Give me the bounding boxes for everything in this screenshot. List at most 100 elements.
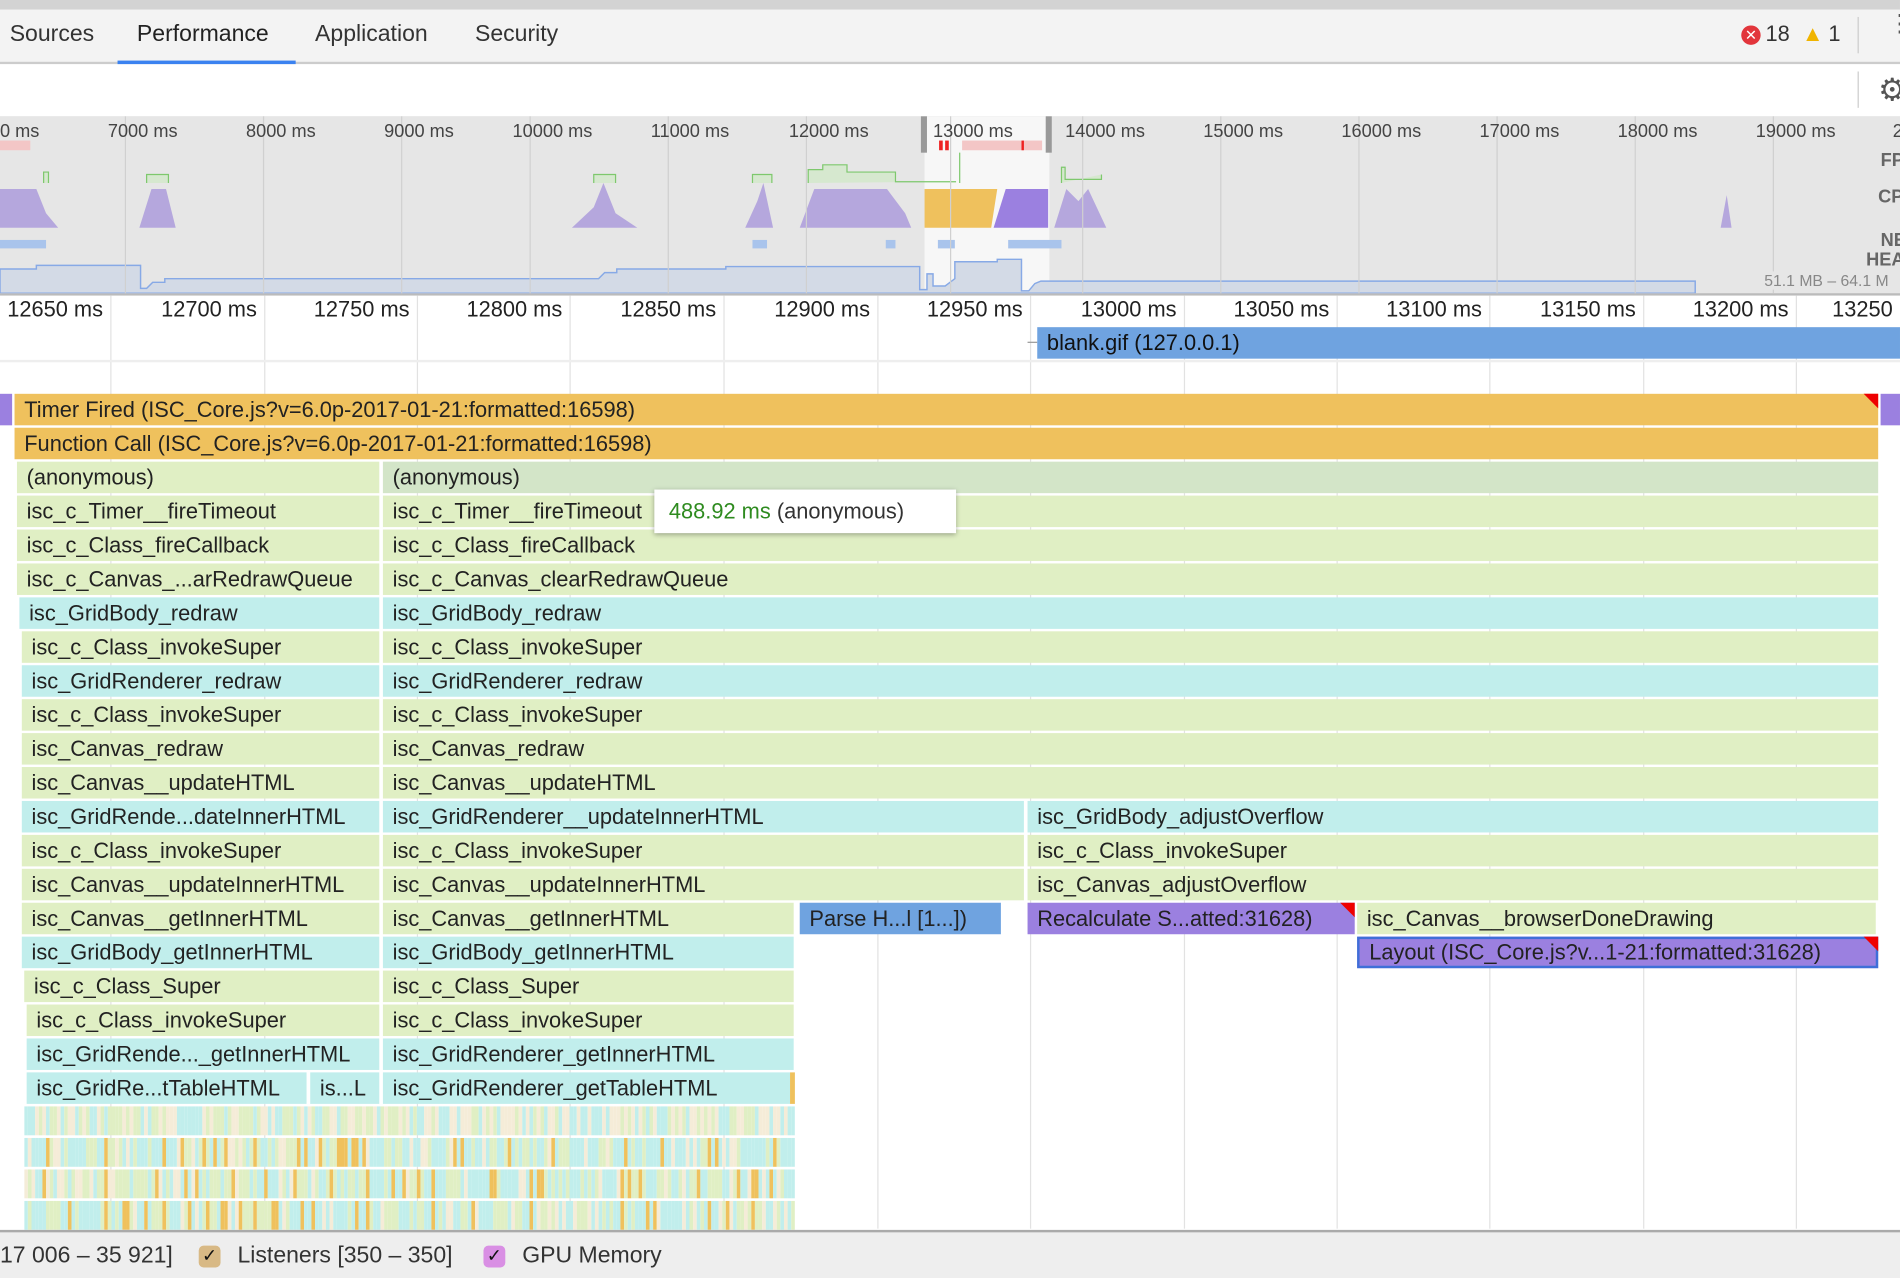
flame-entry[interactable]: isc_Canvas__browserDoneDrawing bbox=[1357, 902, 1876, 935]
flame-entry[interactable]: isc_c_Class_invokeSuper bbox=[26, 1004, 380, 1037]
flame-entry[interactable]: isc_c_Canvas_clearRedrawQueue bbox=[382, 563, 1879, 595]
flame-entry[interactable]: (anonymous) bbox=[382, 461, 1879, 494]
gear-icon[interactable]: ⚙ bbox=[1878, 71, 1900, 109]
flame-entry[interactable]: isc_c_Timer__fireTimeout bbox=[382, 495, 1879, 528]
flame-stripe bbox=[791, 1200, 795, 1230]
flame-entry[interactable]: isc_c_Class_invokeSuper bbox=[21, 834, 380, 867]
flame-entry[interactable]: isc_GridRenderer__updateInnerHTML bbox=[382, 800, 1024, 833]
flame-entry[interactable]: isc_c_Class_invokeSuper bbox=[382, 631, 1879, 663]
overview-tick-label: 0 ms bbox=[0, 121, 40, 142]
flame-entry[interactable]: isc_GridRende...dateInnerHTML bbox=[21, 800, 380, 833]
flame-entry[interactable]: isc_Canvas_redraw bbox=[382, 733, 1879, 765]
flame-entry[interactable]: isc_c_Canvas_...arRedrawQueue bbox=[16, 563, 380, 595]
flame-entry[interactable]: isc_Canvas__getInnerHTML bbox=[21, 902, 380, 935]
flame-entry[interactable]: isc_GridRenderer_getInnerHTML bbox=[382, 1038, 794, 1070]
gpu-memory-label: GPU Memory bbox=[522, 1243, 662, 1269]
overview-tick-label: 8000 ms bbox=[245, 121, 316, 142]
flame-entry[interactable]: isc_c_Class_fireCallback bbox=[382, 529, 1879, 562]
tab-performance[interactable]: Performance bbox=[137, 22, 269, 49]
flame-entry[interactable]: isc_GridBody_getInnerHTML bbox=[21, 936, 380, 969]
ruler-tick-label: 12950 ms bbox=[926, 296, 1023, 322]
tab-application[interactable]: Application bbox=[315, 22, 428, 49]
overview-gridline bbox=[1634, 116, 1636, 294]
flame-entry[interactable]: isc_Canvas__updateInnerHTML bbox=[382, 868, 1024, 901]
overview-tick-label: 13000 ms bbox=[933, 121, 1013, 142]
tab-sources[interactable]: Sources bbox=[10, 22, 94, 49]
flame-entry[interactable]: isc_c_Class_Super bbox=[382, 970, 794, 1003]
more-options-icon[interactable]: ⋮ bbox=[1888, 12, 1900, 36]
flame-entry[interactable]: isc_Canvas_redraw bbox=[21, 733, 380, 765]
flame-entry[interactable]: isc_c_Class_Super bbox=[24, 970, 380, 1003]
overview-gridline bbox=[949, 116, 952, 294]
tooltip-name: (anonymous) bbox=[776, 499, 905, 524]
net-bar bbox=[752, 239, 768, 249]
flame-entry[interactable]: isc_c_Class_fireCallback bbox=[16, 529, 380, 562]
flame-entry[interactable]: isc_GridRende..._getInnerHTML bbox=[26, 1038, 380, 1070]
flame-stacked-calls[interactable] bbox=[24, 1169, 795, 1199]
overview-gridline bbox=[124, 116, 127, 294]
nodes-range: 17 006 – 35 921] bbox=[0, 1243, 173, 1269]
flame-entry[interactable]: isc_c_Class_invokeSuper bbox=[21, 631, 380, 663]
flame-entry[interactable]: is...L bbox=[310, 1072, 380, 1104]
tab-security[interactable]: Security bbox=[475, 22, 558, 49]
flame-entry[interactable]: isc_Canvas__getInnerHTML bbox=[382, 902, 794, 935]
selection-right-handle[interactable] bbox=[1045, 116, 1052, 153]
cpu-graph-yellow bbox=[924, 189, 998, 228]
ruler-tick-label: 12850 ms bbox=[620, 296, 717, 322]
overview-tick-label: 12000 ms bbox=[788, 121, 869, 142]
flame-entry[interactable]: Function Call (ISC_Core.js?v=6.0p-2017-0… bbox=[14, 427, 1879, 460]
listeners-checkbox[interactable]: ✓ bbox=[198, 1245, 221, 1268]
net-bar bbox=[0, 239, 47, 249]
tooltip-duration: 488.92 ms bbox=[668, 499, 771, 524]
flame-entry[interactable]: isc_GridBody_redraw bbox=[382, 597, 1879, 629]
flame-entry[interactable]: isc_Canvas__updateInnerHTML bbox=[21, 868, 380, 901]
fps-marker bbox=[945, 140, 949, 151]
flame-entry[interactable]: Recalculate S...atted:31628) bbox=[1027, 902, 1355, 935]
overview-tick-label: 11000 ms bbox=[650, 121, 730, 142]
flame-stacked-calls[interactable] bbox=[24, 1106, 795, 1136]
flame-entry[interactable]: Timer Fired (ISC_Core.js?v=6.0p-2017-01-… bbox=[14, 393, 1879, 426]
net-bar bbox=[885, 239, 896, 249]
flame-entry[interactable]: isc_Canvas_adjustOverflow bbox=[1027, 868, 1879, 901]
flame-entry[interactable] bbox=[1880, 393, 1900, 426]
gpu-memory-checkbox[interactable]: ✓ bbox=[483, 1245, 506, 1268]
flame-entry[interactable]: isc_c_Class_invokeSuper bbox=[382, 834, 1024, 867]
flame-entry[interactable]: isc_c_Class_invokeSuper bbox=[382, 699, 1879, 731]
flame-entry[interactable]: isc_GridRenderer_redraw bbox=[382, 665, 1879, 697]
flame-entry[interactable]: isc_GridBody_getInnerHTML bbox=[382, 936, 794, 969]
console-status[interactable]: ✕ 18 ▲ 1 bbox=[1741, 22, 1840, 47]
flame-entry[interactable]: isc_GridRenderer_redraw bbox=[21, 665, 380, 697]
flame-entry[interactable]: isc_GridRe...tTableHTML bbox=[26, 1072, 307, 1104]
divider bbox=[0, 359, 1900, 363]
overview-gridline bbox=[262, 116, 265, 294]
ruler-tick-label: 13050 ms bbox=[1233, 296, 1330, 322]
flame-entry[interactable]: isc_Canvas__updateHTML bbox=[382, 767, 1879, 799]
fps-marker bbox=[939, 140, 943, 151]
flame-entry[interactable]: (anonymous) bbox=[16, 461, 380, 494]
overview-tick-label: 9000 ms bbox=[384, 121, 454, 142]
ruler-tick-label: 12900 ms bbox=[774, 296, 871, 322]
flame-entry[interactable]: isc_c_Class_invokeSuper bbox=[1027, 834, 1879, 867]
network-request-blank-gif[interactable]: blank.gif (127.0.0.1) bbox=[1037, 327, 1900, 359]
flame-tooltip: 488.92 ms (anonymous) bbox=[654, 489, 957, 534]
flame-entry[interactable]: isc_GridBody_adjustOverflow bbox=[1027, 800, 1879, 833]
flame-entry[interactable]: isc_Canvas__updateHTML bbox=[21, 767, 380, 799]
counters-bar: 17 006 – 35 921] ✓ Listeners [350 – 350]… bbox=[0, 1229, 1900, 1278]
cpu-graph-scripting bbox=[0, 182, 1732, 228]
flame-entry[interactable] bbox=[0, 393, 13, 426]
flame-entry[interactable]: isc_GridRenderer_getTableHTML bbox=[382, 1072, 791, 1104]
selection-left-handle[interactable] bbox=[920, 116, 927, 153]
flame-entry[interactable]: isc_c_Class_invokeSuper bbox=[382, 1004, 794, 1037]
flame-entry[interactable]: isc_c_Class_invokeSuper bbox=[21, 699, 380, 731]
flame-stacked-calls[interactable] bbox=[24, 1200, 795, 1230]
flame-entry[interactable]: isc_c_Timer__fireTimeout bbox=[16, 495, 380, 528]
timeline-overview[interactable]: 0 ms 7000 ms 8000 ms 9000 ms 10000 ms 11000 m… bbox=[0, 116, 1900, 296]
flame-stacked-calls[interactable] bbox=[24, 1137, 795, 1167]
flame-entry[interactable]: Layout (ISC_Core.js?v...1-21:formatted:3… bbox=[1357, 936, 1879, 969]
flame-entry[interactable] bbox=[790, 1072, 795, 1104]
overview-tick-label: 2 bbox=[1893, 121, 1900, 142]
flame-entry[interactable]: Parse H...l [1...]) bbox=[799, 902, 1001, 935]
flame-entry[interactable]: isc_GridBody_redraw bbox=[19, 597, 380, 629]
overview-tick-label: 14000 ms bbox=[1065, 121, 1145, 142]
long-task-warning-icon bbox=[1340, 902, 1355, 918]
